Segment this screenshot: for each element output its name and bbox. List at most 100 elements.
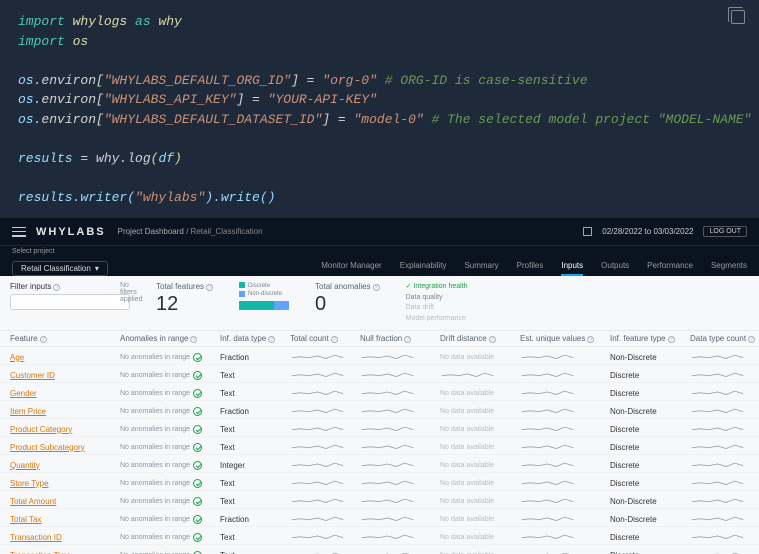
check-circle-icon [193,407,202,416]
total-count-spark [290,422,360,436]
total-anomalies-label: Total anomalies [315,282,371,291]
null-fraction-spark [360,368,440,382]
anomaly-cell: No anomalies in range [120,425,220,434]
anomaly-cell: No anomalies in range [120,515,220,524]
data-type-cell: Text [220,389,290,398]
feature-type-cell: Discrete [610,461,690,470]
data-type-cell: Text [220,371,290,380]
help-icon[interactable]: ? [53,284,60,291]
feature-type-cell: Discrete [610,425,690,434]
anomaly-cell: No anomalies in range [120,551,220,554]
search-input[interactable] [10,294,130,310]
feature-name-link[interactable]: Gender [10,389,120,398]
help-icon[interactable]: ? [373,284,380,291]
tab-segments[interactable]: Segments [711,261,747,276]
table-row: QuantityNo anomalies in rangeIntegerNo d… [0,455,759,473]
total-count-spark [290,494,360,508]
unique-values-spark [520,440,610,454]
inputs-panel: Filter inputs? No filters applied Total f… [0,276,759,554]
check-circle-icon [193,461,202,470]
null-fraction-spark [360,350,440,364]
date-range[interactable]: 02/28/2022 to 03/03/2022 [602,227,693,236]
nav-tabs: Monitor Manager Explainability Summary P… [321,261,747,276]
unique-values-spark [520,386,610,400]
drift-cell: No data available [440,480,520,487]
logout-button[interactable]: LOG OUT [703,226,747,237]
unique-values-spark [520,368,610,382]
data-type-cell: Fraction [220,407,290,416]
filter-inputs-label: Filter inputs [10,282,51,291]
anomaly-cell: No anomalies in range [120,461,220,470]
unique-values-spark [520,422,610,436]
total-anomalies-value: 0 [315,293,380,316]
check-circle-icon [193,533,202,542]
feature-name-link[interactable]: Total Amount [10,497,120,506]
breadcrumb: Project Dashboard / Retail_Classificatio… [118,227,263,236]
calendar-icon[interactable] [583,227,592,236]
hamburger-icon[interactable] [12,227,26,237]
total-count-spark [290,476,360,490]
drift-cell: No data available [440,516,520,523]
copy-icon[interactable] [731,10,745,24]
feature-name-link[interactable]: Customer ID [10,371,120,380]
feature-name-link[interactable]: Total Tax [10,515,120,524]
feature-name-link[interactable]: Age [10,353,120,362]
table-row: AgeNo anomalies in rangeFractionNo data … [0,347,759,365]
drift-cell: No data available [440,498,520,505]
dtype-count-spark [690,494,759,508]
table-header: Feature? Anomalies in range? Inf. data t… [0,331,759,347]
null-fraction-spark [360,494,440,508]
drift-cell [440,368,520,382]
dtype-count-spark [690,512,759,526]
feature-name-link[interactable]: Store Type [10,479,120,488]
dtype-count-spark [690,404,759,418]
unique-values-spark [520,458,610,472]
data-type-cell: Text [220,425,290,434]
breadcrumb-home[interactable]: Project Dashboard [118,227,184,236]
anomaly-cell: No anomalies in range [120,353,220,362]
tab-outputs[interactable]: Outputs [601,261,629,276]
total-features-label: Total features [156,282,204,291]
features-table: Feature? Anomalies in range? Inf. data t… [0,331,759,554]
tab-performance[interactable]: Performance [647,261,693,276]
feature-name-link[interactable]: Quantity [10,461,120,470]
table-row: Store TypeNo anomalies in rangeTextNo da… [0,473,759,491]
table-row: Product CategoryNo anomalies in rangeTex… [0,419,759,437]
anomaly-cell: No anomalies in range [120,479,220,488]
drift-cell: No data available [440,354,520,361]
check-circle-icon [193,443,202,452]
total-count-spark [290,386,360,400]
tab-inputs[interactable]: Inputs [561,261,583,276]
feature-type-cell: Discrete [610,533,690,542]
feature-name-link[interactable]: Transaction Time [10,551,120,554]
feature-name-link[interactable]: Product Category [10,425,120,434]
null-fraction-spark [360,386,440,400]
tab-profiles[interactable]: Profiles [517,261,544,276]
tab-monitor-manager[interactable]: Monitor Manager [321,261,381,276]
tab-summary[interactable]: Summary [464,261,498,276]
total-count-spark [290,458,360,472]
anomaly-cell: No anomalies in range [120,389,220,398]
feature-name-link[interactable]: Item Price [10,407,120,416]
help-icon[interactable]: ? [206,284,213,291]
no-filters-label: No filters applied [120,282,143,303]
topbar: WHYLABS Project Dashboard / Retail_Class… [0,218,759,246]
data-type-cell: Text [220,551,290,554]
feature-name-link[interactable]: Transaction ID [10,533,120,542]
drift-cell: No data available [440,408,520,415]
brand-logo: WHYLABS [36,226,106,238]
dashboard: WHYLABS Project Dashboard / Retail_Class… [0,218,759,554]
feature-name-link[interactable]: Product Subcategory [10,443,120,452]
check-circle-icon [193,389,202,398]
data-type-cell: Text [220,497,290,506]
drift-cell: No data available [440,444,520,451]
project-select[interactable]: Retail Classification▾ [12,261,108,276]
unique-values-spark [520,404,610,418]
table-row: Product SubcategoryNo anomalies in range… [0,437,759,455]
table-row: Item PriceNo anomalies in rangeFractionN… [0,401,759,419]
tab-explainability[interactable]: Explainability [400,261,447,276]
breadcrumb-current: Retail_Classification [191,227,263,236]
dtype-count-spark [690,548,759,554]
drift-cell: No data available [440,426,520,433]
feature-type-bar [239,301,289,310]
